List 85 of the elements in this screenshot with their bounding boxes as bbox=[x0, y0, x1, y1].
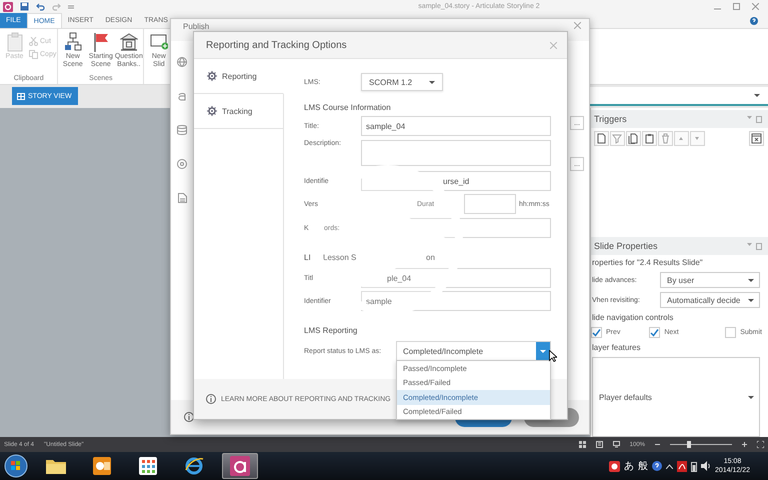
mail-app-icon bbox=[93, 457, 111, 475]
section-heading: layer features bbox=[591, 342, 642, 354]
scissors-icon bbox=[29, 37, 38, 46]
section-heading: LMS Reporting bbox=[304, 326, 358, 334]
maximize-icon[interactable] bbox=[733, 3, 740, 10]
grid-view-icon[interactable] bbox=[578, 441, 586, 448]
nav-tab[interactable]: Reporting bbox=[194, 59, 284, 94]
ime-mode-label[interactable]: 般 bbox=[638, 459, 648, 473]
flag-icon bbox=[92, 32, 110, 52]
caret-icon bbox=[748, 278, 754, 282]
page-icon bbox=[596, 133, 607, 144]
fit-icon[interactable] bbox=[757, 441, 764, 448]
help-icon[interactable] bbox=[652, 461, 662, 471]
caret-icon bbox=[540, 350, 546, 352]
toolbar-button[interactable] bbox=[594, 131, 609, 146]
grid-view-icon bbox=[17, 92, 25, 100]
caret-icon bbox=[748, 396, 754, 398]
caret-icon bbox=[754, 94, 760, 97]
grid-icon bbox=[139, 457, 157, 475]
panel-title: Triggers bbox=[594, 114, 628, 124]
dropdown-field[interactable]: Automatically decide bbox=[660, 292, 760, 308]
bank-icon bbox=[120, 32, 138, 52]
globe-icon[interactable] bbox=[177, 57, 187, 67]
start-button[interactable] bbox=[4, 454, 28, 478]
section-heading: LMS Course Information bbox=[304, 102, 391, 112]
ime-mode-label[interactable]: あ bbox=[624, 459, 634, 473]
toolbar-button[interactable] bbox=[642, 131, 657, 146]
dropdown-field[interactable] bbox=[590, 87, 768, 106]
screen-icon[interactable] bbox=[612, 441, 620, 448]
customize-icon[interactable] bbox=[68, 4, 74, 10]
gear-icon bbox=[207, 106, 217, 116]
save-icon[interactable] bbox=[20, 2, 29, 11]
disc-icon[interactable] bbox=[177, 159, 187, 169]
app-logo-icon bbox=[230, 456, 250, 476]
copy-icon bbox=[628, 133, 639, 144]
slide-icon bbox=[150, 32, 168, 52]
dropdown-field[interactable]: By user bbox=[660, 272, 760, 288]
section-heading: on bbox=[426, 252, 435, 262]
info-icon bbox=[206, 394, 216, 404]
checkbox[interactable] bbox=[591, 327, 602, 338]
funnel-icon bbox=[612, 133, 623, 144]
zoom-slider[interactable] bbox=[670, 441, 732, 448]
gear-icon bbox=[207, 71, 217, 81]
checkbox[interactable] bbox=[725, 327, 736, 338]
window-title: Publish bbox=[183, 22, 210, 31]
toolbar-button[interactable] bbox=[626, 131, 641, 146]
copy-icon bbox=[29, 50, 38, 59]
speaker-icon[interactable] bbox=[700, 461, 711, 471]
minus-icon[interactable] bbox=[655, 442, 660, 447]
panel-subtitle: roperties for "2.4 Results Slide" bbox=[591, 257, 704, 269]
dropdown-field[interactable]: Player defaults bbox=[592, 357, 760, 437]
dropdown-field[interactable]: Completed/Incomplete bbox=[396, 341, 551, 361]
panel-title: Slide Properties bbox=[594, 241, 659, 251]
section-heading: lide navigation controls bbox=[591, 312, 674, 324]
undo-icon[interactable] bbox=[36, 2, 45, 11]
toolbar-button[interactable] bbox=[749, 131, 764, 146]
dropdown-field[interactable]: SCORM 1.2 bbox=[361, 73, 443, 91]
caret-icon bbox=[748, 298, 754, 302]
taskbar-button[interactable] bbox=[222, 453, 258, 479]
input-method-icon[interactable] bbox=[608, 460, 620, 472]
hierarchy-icon bbox=[64, 32, 82, 52]
list-view-icon[interactable] bbox=[596, 441, 603, 448]
section-heading: LI bbox=[304, 252, 312, 262]
text-field[interactable]: sample_04 bbox=[361, 116, 551, 136]
info-icon[interactable] bbox=[184, 412, 194, 422]
dialog-title: Reporting and Tracking Options bbox=[206, 40, 348, 50]
slider-thumb[interactable] bbox=[686, 441, 691, 448]
letter-a-icon[interactable] bbox=[177, 91, 187, 101]
checkbox[interactable] bbox=[649, 327, 660, 338]
database-icon[interactable] bbox=[177, 125, 187, 135]
pdf-icon[interactable] bbox=[676, 460, 687, 472]
battery-icon[interactable] bbox=[690, 460, 697, 472]
section-heading: Lesson S bbox=[323, 252, 358, 262]
plus-icon[interactable] bbox=[742, 442, 747, 447]
nav-tab[interactable]: Tracking bbox=[194, 94, 284, 129]
text-field[interactable] bbox=[464, 194, 516, 214]
document-icon[interactable] bbox=[178, 193, 186, 203]
browser-icon bbox=[184, 456, 204, 476]
close-icon[interactable] bbox=[752, 3, 759, 10]
window-icon bbox=[751, 133, 762, 144]
trash-icon bbox=[660, 133, 671, 144]
paste-icon bbox=[644, 133, 655, 144]
clipboard-icon bbox=[6, 32, 24, 52]
folder-icon bbox=[46, 458, 66, 474]
expand-icon[interactable] bbox=[666, 464, 673, 468]
